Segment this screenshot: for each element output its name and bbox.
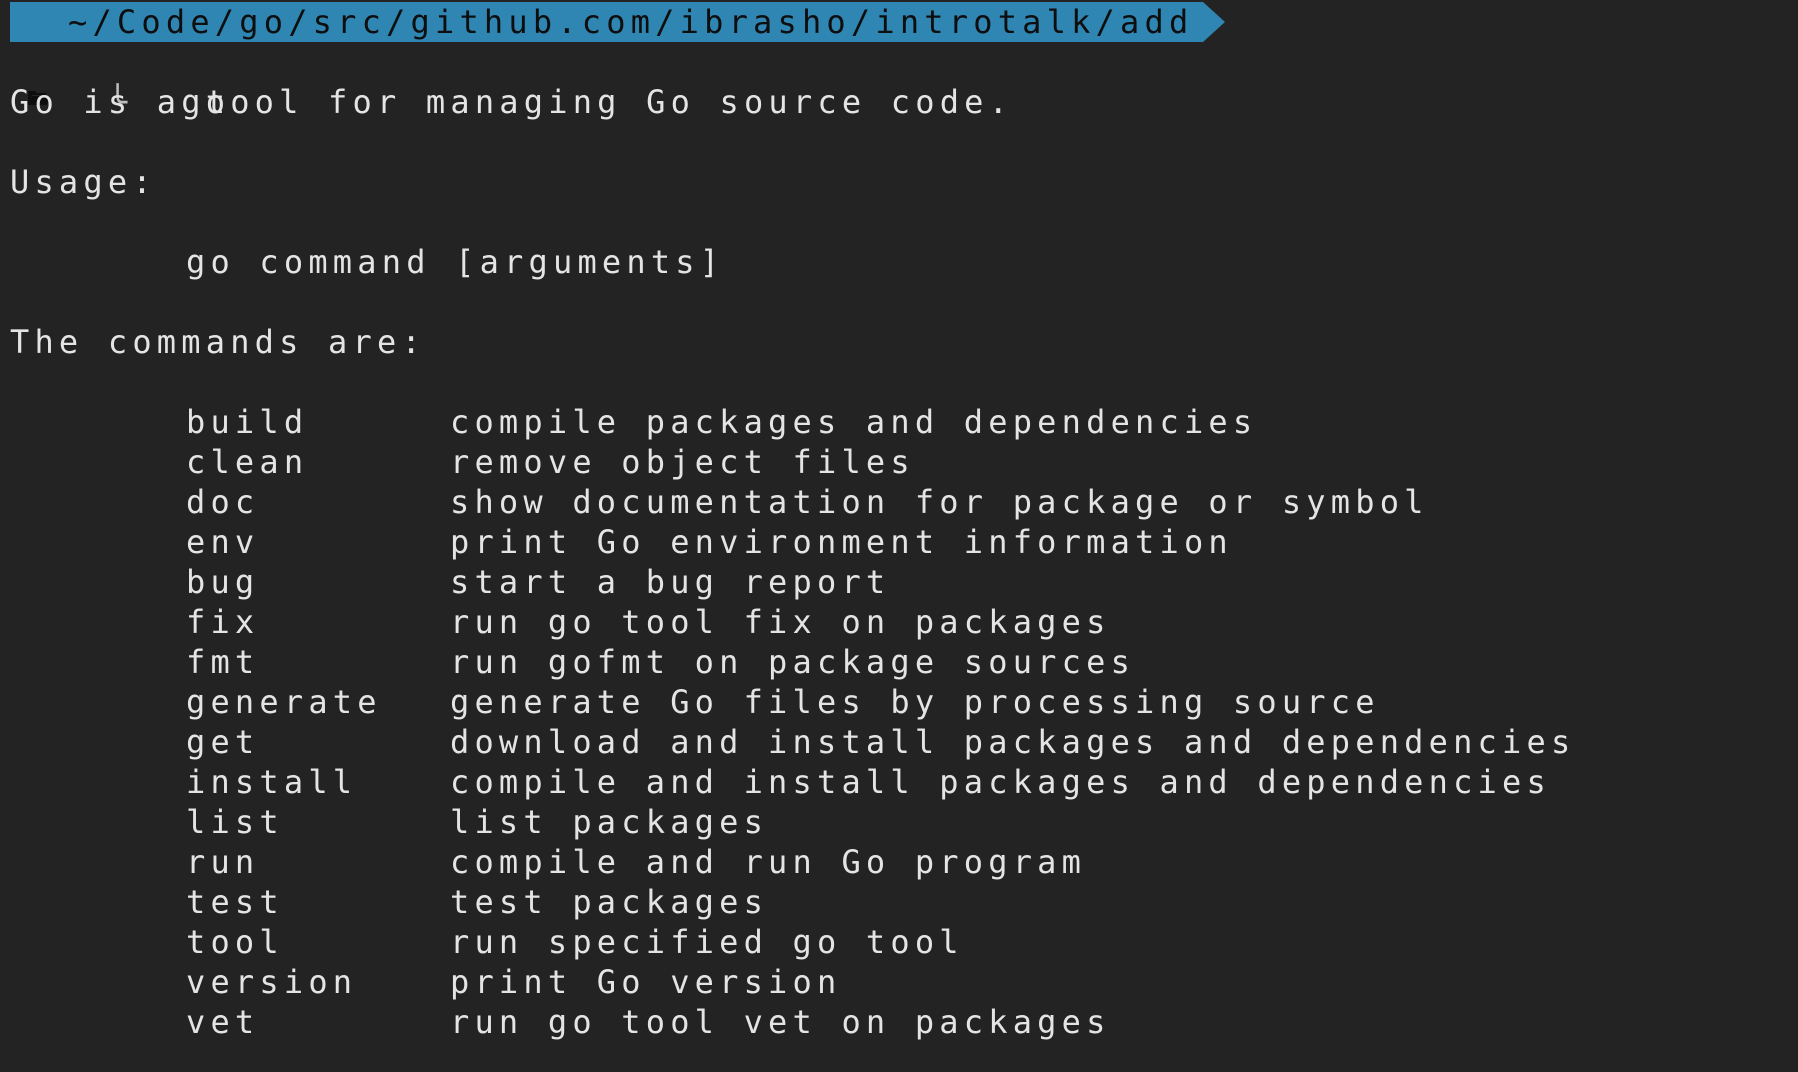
command-name: env bbox=[186, 523, 260, 561]
command-description: list packages bbox=[450, 803, 769, 841]
command-name: fmt bbox=[186, 643, 260, 681]
command-description: print Go environment information bbox=[450, 523, 1233, 561]
command-description: test packages bbox=[450, 883, 769, 921]
command-name: build bbox=[186, 403, 309, 441]
command-name: list bbox=[186, 803, 284, 841]
command-description: download and install packages and depend… bbox=[450, 723, 1576, 761]
command-description: run go tool fix on packages bbox=[450, 603, 1111, 641]
terminal-window[interactable]: ~/Code/go/src/github.com/ibrasho/introta… bbox=[0, 0, 1798, 1072]
command-name: clean bbox=[186, 443, 309, 481]
command-description: run specified go tool bbox=[450, 923, 964, 961]
prompt-path-bar: ~/Code/go/src/github.com/ibrasho/introta… bbox=[10, 2, 1204, 105]
prompt-arrow bbox=[1203, 2, 1226, 42]
command-description: start a bug report bbox=[450, 563, 891, 601]
command-name: tool bbox=[186, 923, 284, 961]
usage-syntax: go command [arguments] bbox=[186, 243, 725, 281]
command-input-line[interactable]: ╰ go bbox=[10, 42, 230, 121]
output-intro: Go is a tool for managing Go source code… bbox=[10, 83, 1014, 121]
command-description: show documentation for package or symbol bbox=[450, 483, 1429, 521]
prompt-segment: ~/Code/go/src/github.com/ibrasho/introta… bbox=[10, 2, 1226, 105]
command-description: print Go version bbox=[450, 963, 842, 1001]
command-description: generate Go files by processing source bbox=[450, 683, 1380, 721]
command-name: vet bbox=[186, 1003, 260, 1041]
command-name: test bbox=[186, 883, 284, 921]
command-name: run bbox=[186, 843, 260, 881]
command-name: bug bbox=[186, 563, 260, 601]
command-description: compile and run Go program bbox=[450, 843, 1087, 881]
prompt-path: ~/Code/go/src/github.com/ibrasho/introta… bbox=[68, 3, 1194, 41]
command-name: get bbox=[186, 723, 260, 761]
command-name: doc bbox=[186, 483, 260, 521]
commands-label: The commands are: bbox=[10, 323, 426, 361]
usage-label: Usage: bbox=[10, 163, 157, 201]
command-description: remove object files bbox=[450, 443, 915, 481]
folder-open-icon bbox=[28, 14, 50, 105]
command-description: compile packages and dependencies bbox=[450, 403, 1258, 441]
command-name: generate bbox=[186, 683, 382, 721]
command-name: fix bbox=[186, 603, 260, 641]
command-description: compile and install packages and depende… bbox=[450, 763, 1551, 801]
command-name: install bbox=[186, 763, 358, 801]
command-description: run gofmt on package sources bbox=[450, 643, 1136, 681]
command-name: version bbox=[186, 963, 358, 1001]
command-description: run go tool vet on packages bbox=[450, 1003, 1111, 1041]
